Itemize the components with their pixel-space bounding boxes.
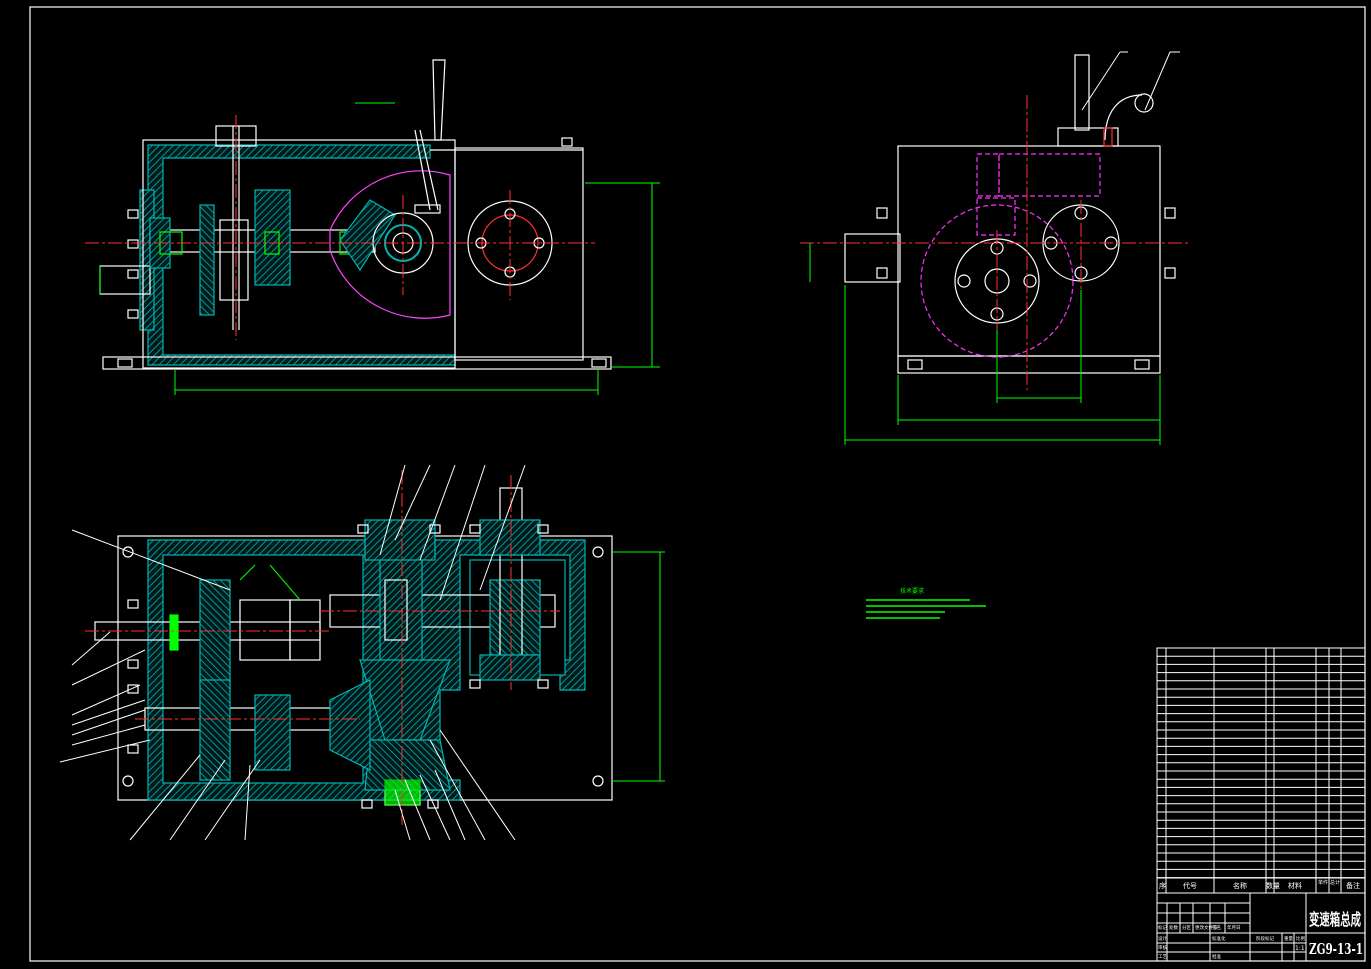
role-review: 审核 [1158,944,1167,951]
front-gear-2 [219,219,249,301]
sig-label-count: 处数 [1169,924,1178,931]
front-gear-1 [199,204,215,316]
technical-requirements: 技术要求 [866,587,986,619]
side-shaft-stub [844,233,901,283]
front-view [85,59,660,395]
role-design: 设计 [1158,935,1167,942]
stage-weight: 重量 [1284,935,1293,942]
front-housing-outline [142,139,456,369]
front-housing-wall [147,144,456,366]
front-right-block [454,147,584,361]
drawing-canvas: 技术要求 序 代号 名称 数量 材料 单件 总计 备注 标记 处数 分区 更改文… [29,6,1366,962]
bom-header-qty: 数量 [1266,881,1280,890]
tech-req-heading: 技术要求 [900,587,924,595]
bom-header-name: 名称 [1233,881,1247,890]
bom-header-unit: 单件 [1318,879,1328,886]
front-shift-lever [432,59,446,141]
bom-rows [1157,647,1365,879]
stage-scale: 比例 [1296,935,1305,942]
bom-header-remark: 备注 [1346,881,1360,890]
drawing-number: ZG9-13-1 [1309,940,1363,958]
role-approve: 批准 [1212,953,1221,960]
scale-value: 1:1 [1295,945,1305,952]
bom-header-total: 总计 [1330,879,1340,886]
side-base [897,355,1161,374]
bom-header-material: 材料 [1288,881,1302,890]
side-lever-base [1057,127,1119,147]
bom-header-index: 序 [1159,881,1166,890]
sig-label-mark: 标记 [1158,924,1167,931]
top-section-view [59,464,665,841]
role-process: 工艺 [1158,954,1167,960]
sig-label-sign: 签名 [1212,924,1221,931]
side-lever-handle [1074,54,1090,131]
role-standard: 标准化 [1212,935,1226,942]
sig-label-date: 年月日 [1227,924,1241,931]
side-housing [897,145,1161,357]
bom-header-code: 代号 [1183,881,1197,890]
sig-label-zone: 分区 [1182,924,1191,931]
side-view [800,51,1190,445]
drawing-title: 变速箱总成 [1309,910,1361,929]
title-block: 序 代号 名称 数量 材料 单件 总计 备注 标记 处数 分区 更改文件号 签名… [1156,647,1366,962]
stage-mark: 阶段标记 [1256,935,1274,942]
